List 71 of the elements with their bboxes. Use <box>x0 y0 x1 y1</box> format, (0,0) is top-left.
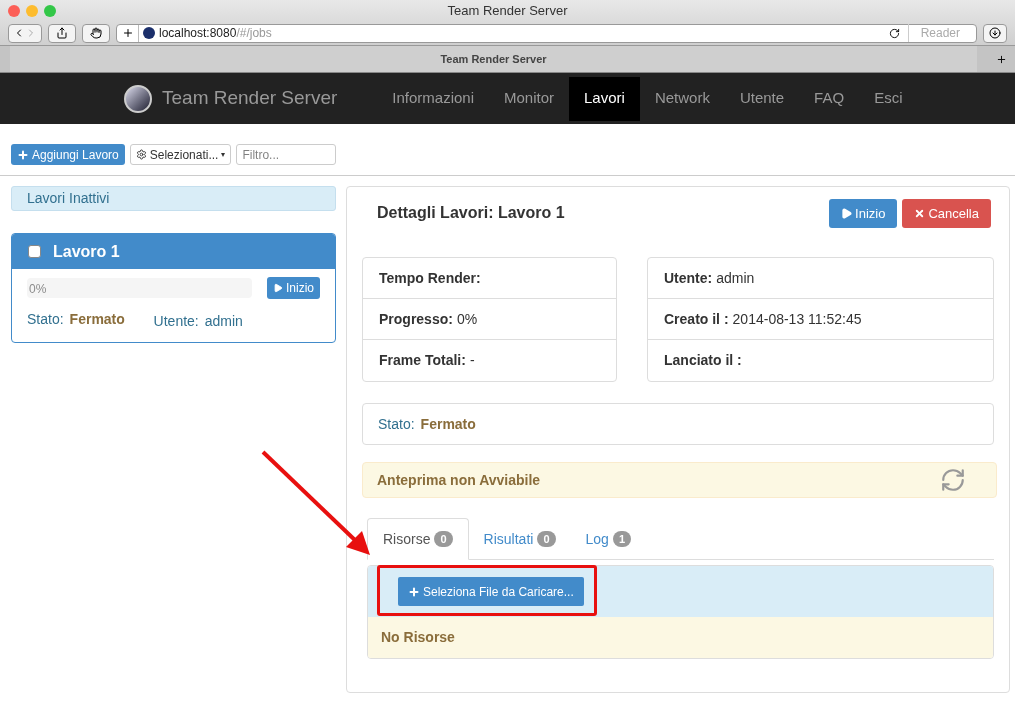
share-icon <box>56 27 68 39</box>
brand-name: Team Render Server <box>162 86 338 111</box>
download-icon <box>989 27 1001 39</box>
job-card[interactable]: Lavoro 1 0% Inizio Stato: Fermato Utente: admin <box>11 233 336 343</box>
close-window-button[interactable] <box>8 5 20 17</box>
field-value: - <box>469 351 475 370</box>
nav-item[interactable]: Informazioni <box>377 76 489 121</box>
details-title: Dettagli Lavori: Lavoro 1 <box>377 203 566 223</box>
close-icon <box>914 208 926 219</box>
url-host: localhost:8080 <box>159 25 237 42</box>
add-icon <box>121 27 134 39</box>
play-icon <box>841 208 853 219</box>
user-label: Utente: <box>153 312 199 331</box>
play-icon <box>273 283 283 293</box>
share-button[interactable] <box>48 23 76 43</box>
downloads-button[interactable] <box>983 23 1007 43</box>
add-job-button[interactable]: Aggiungi Lavoro <box>11 144 125 165</box>
job-name: Lavoro 1 <box>53 241 120 262</box>
window-title: Team Render Server <box>447 2 568 21</box>
nav-item[interactable]: Utente <box>724 76 800 121</box>
gear-icon <box>135 149 147 160</box>
field-label: Lanciato il : <box>664 351 742 370</box>
field-label: Progresso: <box>379 309 453 329</box>
hand-icon <box>90 27 102 39</box>
status-label: Stato: <box>27 310 64 329</box>
progress-label: 0% <box>29 281 47 298</box>
field-label: Frame Totali: <box>379 351 466 370</box>
selected-dropdown-button[interactable]: Selezionati... ▾ <box>129 144 232 165</box>
caret-icon: ▾ <box>221 148 226 161</box>
status-value: Fermato <box>69 310 126 329</box>
reload-icon[interactable] <box>888 27 900 39</box>
start-button[interactable]: Inizio <box>829 199 898 228</box>
address-bar[interactable]: localhost:8080/#/jobs Reader <box>116 23 977 43</box>
browser-tab[interactable]: Team Render Server <box>10 46 977 72</box>
empty-message: No Risorse <box>381 628 455 647</box>
nav-item[interactable]: FAQ <box>799 76 860 121</box>
user-value: admin <box>204 312 243 331</box>
field-label: Utente: <box>664 268 713 288</box>
section-heading: Lavori Inattivi <box>11 186 336 211</box>
field-value: 0% <box>456 309 478 329</box>
back-forward-button[interactable] <box>8 23 42 43</box>
tab[interactable]: Log 1 <box>570 518 646 560</box>
nav-item[interactable]: Network <box>639 76 725 121</box>
count-badge: 0 <box>434 531 453 547</box>
plus-icon <box>995 53 1007 65</box>
privacy-button[interactable] <box>82 23 110 43</box>
filter-field[interactable]: Filtro... <box>236 144 337 165</box>
nav-item[interactable]: Monitor <box>489 76 570 121</box>
tab[interactable]: Risorse 0 <box>367 518 469 560</box>
globe-icon <box>143 27 155 39</box>
nav-item[interactable]: Lavori <box>569 76 640 121</box>
refresh-icon[interactable] <box>940 467 966 493</box>
preview-message: Anteprima non Avviabile <box>377 470 542 490</box>
count-badge: 0 <box>537 531 556 547</box>
status-label: Stato: <box>378 414 415 434</box>
status-value: Fermato <box>420 414 476 434</box>
field-value: admin <box>716 268 755 288</box>
count-badge: 1 <box>612 531 631 547</box>
plus-icon <box>17 148 29 161</box>
field-label: Tempo Render: <box>379 268 481 288</box>
field-label: Creato il : <box>664 309 729 329</box>
field-value: 2014-08-13 11:52:45 <box>732 309 862 329</box>
url-path: /#/jobs <box>236 25 272 42</box>
start-button[interactable]: Inizio <box>267 277 320 299</box>
nav-item[interactable]: Esci <box>859 76 918 121</box>
tab[interactable]: Risultati 0 <box>468 518 571 560</box>
job-checkbox[interactable] <box>28 245 41 258</box>
upload-button[interactable]: Seleziona File da Caricare... <box>398 577 584 606</box>
plus-icon <box>408 585 420 598</box>
cancel-button[interactable]: Cancella <box>902 199 991 228</box>
logo-icon <box>124 84 152 113</box>
